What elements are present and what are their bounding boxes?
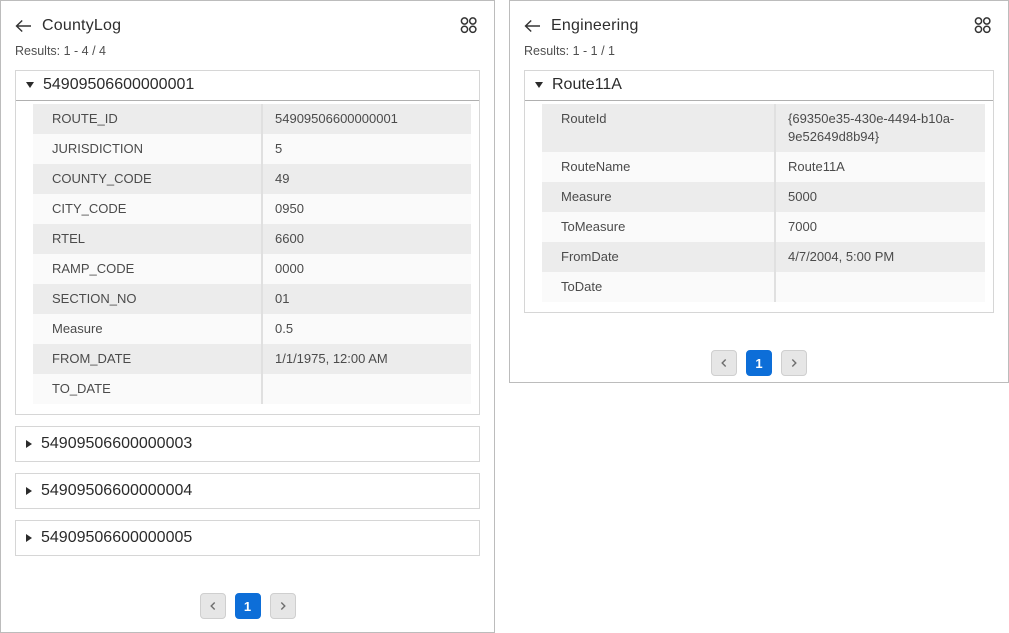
chevron-left-icon (717, 356, 731, 370)
field-label: COUNTY_CODE (33, 164, 261, 194)
panel-title: CountyLog (42, 17, 121, 35)
feature-item: 54909506600000005 (15, 520, 480, 556)
table-row: FromDate 4/7/2004, 5:00 PM (542, 242, 985, 272)
caret-right-icon (26, 440, 32, 448)
pagination-prev-button[interactable] (711, 350, 737, 376)
feature-item: 54909506600000001 ROUTE_ID 5490950660000… (15, 70, 480, 415)
chevron-left-icon (206, 599, 220, 613)
field-label: SECTION_NO (33, 284, 261, 314)
results-count: Results: 1 - 1 / 1 (510, 35, 1008, 70)
field-label: RAMP_CODE (33, 254, 261, 284)
field-value: 01 (261, 284, 471, 314)
field-value: 0950 (261, 194, 471, 224)
table-row: RAMP_CODE 0000 (33, 254, 471, 284)
attribute-table: RouteId {69350e35-430e-4494-b10a-9e52649… (542, 104, 985, 302)
field-value: 54909506600000001 (261, 104, 471, 134)
table-row: ToDate (542, 272, 985, 302)
field-value: 4/7/2004, 5:00 PM (774, 242, 985, 272)
feature-header[interactable]: Route11A (525, 71, 993, 101)
caret-down-icon (535, 82, 543, 88)
feature-title: 54909506600000001 (43, 76, 194, 94)
feature-item: Route11A RouteId {69350e35-430e-4494-b10… (524, 70, 994, 313)
feature-title: Route11A (552, 76, 622, 94)
table-row: Measure 5000 (542, 182, 985, 212)
pagination-next-button[interactable] (270, 593, 296, 619)
table-row: ToMeasure 7000 (542, 212, 985, 242)
table-row: Measure 0.5 (33, 314, 471, 344)
field-value (774, 272, 985, 302)
back-button[interactable] (15, 19, 32, 33)
field-label: RouteName (542, 152, 774, 182)
field-value (261, 374, 471, 404)
field-label: RouteId (542, 104, 774, 152)
field-value: Route11A (774, 152, 985, 182)
table-row: RTEL 6600 (33, 224, 471, 254)
field-value: 7000 (774, 212, 985, 242)
field-value: 5 (261, 134, 471, 164)
table-row: CITY_CODE 0950 (33, 194, 471, 224)
field-label: FromDate (542, 242, 774, 272)
pagination-page-button[interactable]: 1 (746, 350, 772, 376)
field-value: 5000 (774, 182, 985, 212)
feature-header[interactable]: 54909506600000001 (16, 71, 479, 101)
grid-actions-icon (973, 16, 992, 35)
field-label: RTEL (33, 224, 261, 254)
table-row: FROM_DATE 1/1/1975, 12:00 AM (33, 344, 471, 374)
feature-title: 54909506600000004 (41, 482, 192, 500)
arrow-left-icon (15, 19, 32, 33)
pagination-next-button[interactable] (781, 350, 807, 376)
table-row: JURISDICTION 5 (33, 134, 471, 164)
back-button[interactable] (524, 19, 541, 33)
panel-header: Engineering (510, 1, 1008, 35)
table-row: RouteId {69350e35-430e-4494-b10a-9e52649… (542, 104, 985, 152)
field-label: FROM_DATE (33, 344, 261, 374)
field-label: JURISDICTION (33, 134, 261, 164)
field-value: 0.5 (261, 314, 471, 344)
actions-button[interactable] (459, 16, 478, 35)
chevron-right-icon (787, 356, 801, 370)
feature-header[interactable]: 54909506600000005 (16, 521, 479, 555)
grid-actions-icon (459, 16, 478, 35)
feature-header[interactable]: 54909506600000003 (16, 427, 479, 461)
field-label: ToMeasure (542, 212, 774, 242)
field-value: {69350e35-430e-4494-b10a-9e52649d8b94} (774, 104, 985, 152)
actions-button[interactable] (973, 16, 992, 35)
pagination: 1 (1, 593, 494, 619)
pagination-page-button[interactable]: 1 (235, 593, 261, 619)
field-value: 1/1/1975, 12:00 AM (261, 344, 471, 374)
field-value: 49 (261, 164, 471, 194)
feature-header[interactable]: 54909506600000004 (16, 474, 479, 508)
results-count: Results: 1 - 4 / 4 (1, 35, 494, 70)
field-label: CITY_CODE (33, 194, 261, 224)
feature-item: 54909506600000004 (15, 473, 480, 509)
feature-info-panel-engineering: Engineering Results: 1 - 1 / 1 Route11A … (509, 0, 1009, 383)
field-label: Measure (542, 182, 774, 212)
field-label: Measure (33, 314, 261, 344)
table-row: SECTION_NO 01 (33, 284, 471, 314)
table-row: TO_DATE (33, 374, 471, 404)
field-label: ROUTE_ID (33, 104, 261, 134)
table-row: RouteName Route11A (542, 152, 985, 182)
caret-right-icon (26, 487, 32, 495)
attribute-table: ROUTE_ID 54909506600000001 JURISDICTION … (33, 104, 471, 404)
field-value: 0000 (261, 254, 471, 284)
field-value: 6600 (261, 224, 471, 254)
feature-info-panel-countylog: CountyLog Results: 1 - 4 / 4 54909506600… (0, 0, 495, 633)
feature-item: 54909506600000003 (15, 426, 480, 462)
pagination: 1 (510, 350, 1008, 376)
field-label: ToDate (542, 272, 774, 302)
caret-down-icon (26, 82, 34, 88)
panel-title: Engineering (551, 17, 639, 35)
chevron-right-icon (276, 599, 290, 613)
field-label: TO_DATE (33, 374, 261, 404)
arrow-left-icon (524, 19, 541, 33)
panel-header: CountyLog (1, 1, 494, 35)
pagination-prev-button[interactable] (200, 593, 226, 619)
table-row: COUNTY_CODE 49 (33, 164, 471, 194)
caret-right-icon (26, 534, 32, 542)
feature-title: 54909506600000003 (41, 435, 192, 453)
table-row: ROUTE_ID 54909506600000001 (33, 104, 471, 134)
feature-title: 54909506600000005 (41, 529, 192, 547)
